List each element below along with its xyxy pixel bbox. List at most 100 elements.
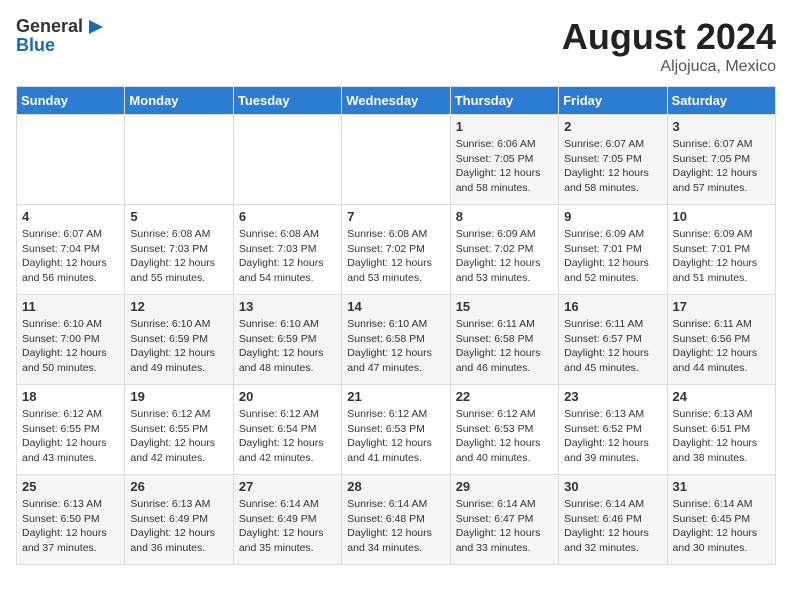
day-number: 6	[239, 209, 336, 224]
cell-1-1: 5 Sunrise: 6:08 AM Sunset: 7:03 PM Daylig…	[125, 205, 233, 295]
day-info: Sunrise: 6:09 AM Sunset: 7:01 PM Dayligh…	[673, 227, 770, 286]
day-number: 27	[239, 479, 336, 494]
day-number: 19	[130, 389, 227, 404]
day-number: 22	[456, 389, 553, 404]
day-info: Sunrise: 6:08 AM Sunset: 7:02 PM Dayligh…	[347, 227, 444, 286]
day-number: 31	[673, 479, 770, 494]
cell-2-5: 16 Sunrise: 6:11 AM Sunset: 6:57 PM Dayli…	[559, 295, 667, 385]
day-info: Sunrise: 6:08 AM Sunset: 7:03 PM Dayligh…	[239, 227, 336, 286]
week-row-1: 1Sunrise: 6:06 AM Sunset: 7:05 PM Daylig…	[17, 115, 776, 205]
day-info: Sunrise: 6:14 AM Sunset: 6:45 PM Dayligh…	[673, 497, 770, 556]
day-info: Sunrise: 6:10 AM Sunset: 7:00 PM Dayligh…	[22, 317, 119, 376]
page-header: General Blue August 2024 Aljojuca, Mexic…	[16, 16, 776, 76]
day-number: 7	[347, 209, 444, 224]
cell-2-0: 11 Sunrise: 6:10 AM Sunset: 7:00 PM Dayli…	[17, 295, 125, 385]
cell-1-5: 9Sunrise: 6:09 AM Sunset: 7:01 PM Daylig…	[559, 205, 667, 295]
day-info: Sunrise: 6:14 AM Sunset: 6:49 PM Dayligh…	[239, 497, 336, 556]
cell-4-6: 31 Sunrise: 6:14 AM Sunset: 6:45 PM Dayli…	[667, 475, 775, 565]
day-info: Sunrise: 6:13 AM Sunset: 6:52 PM Dayligh…	[564, 407, 661, 466]
day-number: 10	[673, 209, 770, 224]
cell-4-3: 28Sunrise: 6:14 AM Sunset: 6:48 PM Dayli…	[342, 475, 450, 565]
cell-4-2: 27 Sunrise: 6:14 AM Sunset: 6:49 PM Dayli…	[233, 475, 341, 565]
day-number: 3	[673, 119, 770, 134]
day-info: Sunrise: 6:12 AM Sunset: 6:53 PM Dayligh…	[347, 407, 444, 466]
cell-3-3: 21Sunrise: 6:12 AM Sunset: 6:53 PM Dayli…	[342, 385, 450, 475]
cell-3-5: 23 Sunrise: 6:13 AM Sunset: 6:52 PM Dayli…	[559, 385, 667, 475]
cell-4-4: 29 Sunrise: 6:14 AM Sunset: 6:47 PM Dayli…	[450, 475, 558, 565]
main-title: August 2024	[562, 16, 776, 58]
cell-1-4: 8 Sunrise: 6:09 AM Sunset: 7:02 PM Daylig…	[450, 205, 558, 295]
cell-2-2: 13Sunrise: 6:10 AM Sunset: 6:59 PM Dayli…	[233, 295, 341, 385]
cell-3-4: 22 Sunrise: 6:12 AM Sunset: 6:53 PM Dayli…	[450, 385, 558, 475]
day-number: 4	[22, 209, 119, 224]
day-number: 5	[130, 209, 227, 224]
week-row-4: 18 Sunrise: 6:12 AM Sunset: 6:55 PM Dayli…	[17, 385, 776, 475]
day-number: 29	[456, 479, 553, 494]
day-number: 9	[564, 209, 661, 224]
week-row-2: 4 Sunrise: 6:07 AM Sunset: 7:04 PM Daylig…	[17, 205, 776, 295]
day-number: 1	[456, 119, 553, 134]
cell-1-3: 7 Sunrise: 6:08 AM Sunset: 7:02 PM Daylig…	[342, 205, 450, 295]
day-info: Sunrise: 6:11 AM Sunset: 6:58 PM Dayligh…	[456, 317, 553, 376]
header-wednesday: Wednesday	[342, 87, 450, 115]
day-number: 13	[239, 299, 336, 314]
cell-2-1: 12Sunrise: 6:10 AM Sunset: 6:59 PM Dayli…	[125, 295, 233, 385]
day-info: Sunrise: 6:07 AM Sunset: 7:04 PM Dayligh…	[22, 227, 119, 286]
day-number: 8	[456, 209, 553, 224]
header-sunday: Sunday	[17, 87, 125, 115]
day-number: 16	[564, 299, 661, 314]
cell-4-5: 30Sunrise: 6:14 AM Sunset: 6:46 PM Dayli…	[559, 475, 667, 565]
cell-3-0: 18 Sunrise: 6:12 AM Sunset: 6:55 PM Dayli…	[17, 385, 125, 475]
cell-4-0: 25 Sunrise: 6:13 AM Sunset: 6:50 PM Dayli…	[17, 475, 125, 565]
calendar-table: Sunday Monday Tuesday Wednesday Thursday…	[16, 86, 776, 565]
day-info: Sunrise: 6:11 AM Sunset: 6:56 PM Dayligh…	[673, 317, 770, 376]
cell-1-2: 6 Sunrise: 6:08 AM Sunset: 7:03 PM Daylig…	[233, 205, 341, 295]
day-info: Sunrise: 6:10 AM Sunset: 6:58 PM Dayligh…	[347, 317, 444, 376]
day-info: Sunrise: 6:08 AM Sunset: 7:03 PM Dayligh…	[130, 227, 227, 286]
cell-2-4: 15 Sunrise: 6:11 AM Sunset: 6:58 PM Dayli…	[450, 295, 558, 385]
day-info: Sunrise: 6:13 AM Sunset: 6:51 PM Dayligh…	[673, 407, 770, 466]
day-number: 28	[347, 479, 444, 494]
day-info: Sunrise: 6:14 AM Sunset: 6:47 PM Dayligh…	[456, 497, 553, 556]
cell-2-3: 14 Sunrise: 6:10 AM Sunset: 6:58 PM Dayli…	[342, 295, 450, 385]
day-number: 23	[564, 389, 661, 404]
cell-3-2: 20Sunrise: 6:12 AM Sunset: 6:54 PM Dayli…	[233, 385, 341, 475]
day-info: Sunrise: 6:10 AM Sunset: 6:59 PM Dayligh…	[130, 317, 227, 376]
day-info: Sunrise: 6:09 AM Sunset: 7:02 PM Dayligh…	[456, 227, 553, 286]
day-info: Sunrise: 6:13 AM Sunset: 6:50 PM Dayligh…	[22, 497, 119, 556]
header-row: Sunday Monday Tuesday Wednesday Thursday…	[17, 87, 776, 115]
logo-general: General	[16, 17, 83, 37]
day-info: Sunrise: 6:11 AM Sunset: 6:57 PM Dayligh…	[564, 317, 661, 376]
cell-3-6: 24 Sunrise: 6:13 AM Sunset: 6:51 PM Dayli…	[667, 385, 775, 475]
day-info: Sunrise: 6:07 AM Sunset: 7:05 PM Dayligh…	[564, 137, 661, 196]
logo-blue: Blue	[16, 36, 107, 56]
cell-0-0	[17, 115, 125, 205]
header-tuesday: Tuesday	[233, 87, 341, 115]
day-number: 30	[564, 479, 661, 494]
cell-3-1: 19 Sunrise: 6:12 AM Sunset: 6:55 PM Dayli…	[125, 385, 233, 475]
logo: General Blue	[16, 16, 107, 56]
logo-arrow-icon	[85, 16, 107, 38]
day-info: Sunrise: 6:12 AM Sunset: 6:55 PM Dayligh…	[22, 407, 119, 466]
header-thursday: Thursday	[450, 87, 558, 115]
day-number: 24	[673, 389, 770, 404]
header-friday: Friday	[559, 87, 667, 115]
cell-0-5: 2Sunrise: 6:07 AM Sunset: 7:05 PM Daylig…	[559, 115, 667, 205]
header-monday: Monday	[125, 87, 233, 115]
day-number: 25	[22, 479, 119, 494]
day-number: 15	[456, 299, 553, 314]
day-number: 26	[130, 479, 227, 494]
subtitle: Aljojuca, Mexico	[562, 58, 776, 76]
cell-0-3	[342, 115, 450, 205]
day-info: Sunrise: 6:12 AM Sunset: 6:54 PM Dayligh…	[239, 407, 336, 466]
day-info: Sunrise: 6:12 AM Sunset: 6:55 PM Dayligh…	[130, 407, 227, 466]
day-number: 14	[347, 299, 444, 314]
cell-2-6: 17Sunrise: 6:11 AM Sunset: 6:56 PM Dayli…	[667, 295, 775, 385]
cell-1-0: 4 Sunrise: 6:07 AM Sunset: 7:04 PM Daylig…	[17, 205, 125, 295]
cell-0-2	[233, 115, 341, 205]
day-info: Sunrise: 6:12 AM Sunset: 6:53 PM Dayligh…	[456, 407, 553, 466]
week-row-3: 11 Sunrise: 6:10 AM Sunset: 7:00 PM Dayli…	[17, 295, 776, 385]
day-info: Sunrise: 6:07 AM Sunset: 7:05 PM Dayligh…	[673, 137, 770, 196]
day-number: 18	[22, 389, 119, 404]
day-number: 11	[22, 299, 119, 314]
